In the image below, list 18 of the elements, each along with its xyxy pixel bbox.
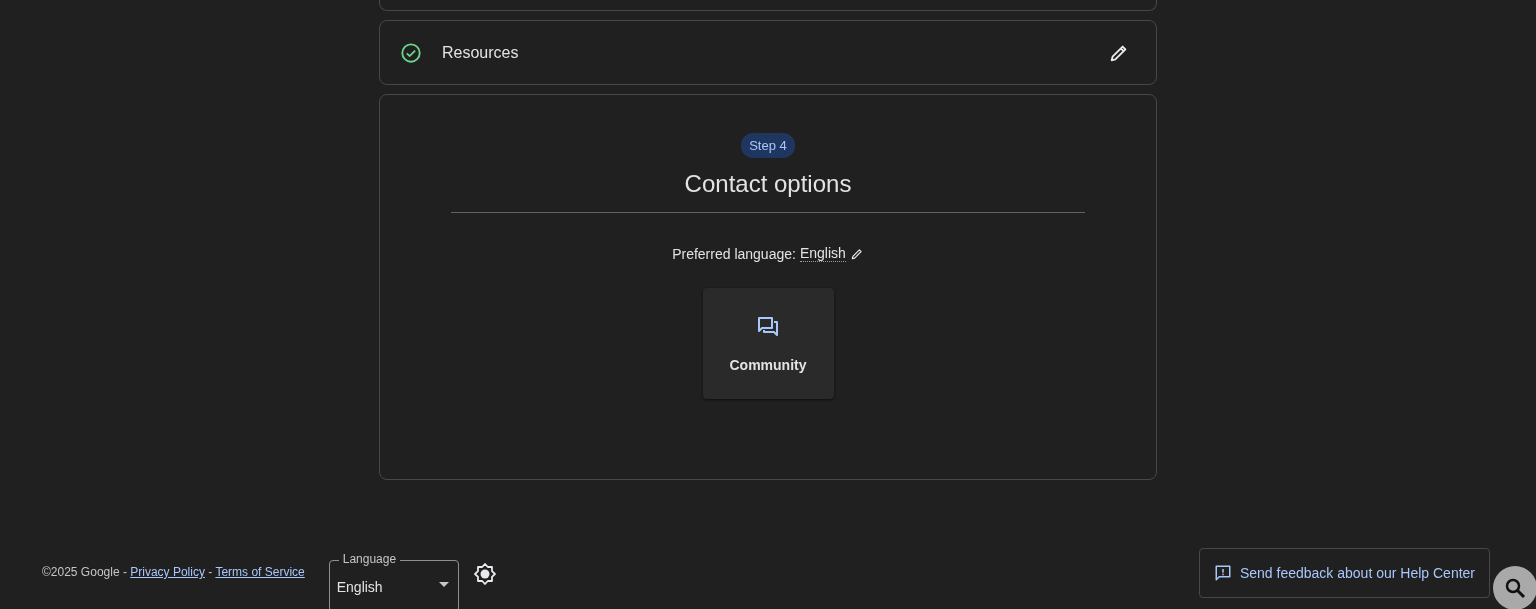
footer-link[interactable]: Terms of Service — [215, 565, 305, 579]
dropdown-caret-icon — [438, 582, 449, 587]
language-select[interactable]: Language English — [328, 551, 459, 609]
brightness-icon[interactable] — [472, 562, 497, 586]
feedback-icon — [1213, 564, 1232, 582]
step-title: Resources — [442, 43, 520, 62]
edit-icon[interactable] — [849, 246, 864, 261]
step-badge: Step 4 — [741, 133, 795, 158]
footer-link[interactable]: Privacy Policy — [130, 565, 205, 579]
search-icon — [1503, 576, 1527, 600]
feedback-button[interactable]: Send feedback about our Help Center — [1198, 548, 1490, 598]
preferred-language-label: Preferred language: — [672, 245, 796, 262]
contact-option-tile[interactable]: Community — [702, 288, 834, 399]
search-button[interactable] — [1493, 566, 1536, 609]
copyright-text: ©2025 Google - Privacy Policy - Terms of Service — [42, 565, 305, 579]
chat-bubbles-icon — [756, 314, 780, 339]
section-title: Contact options — [684, 170, 852, 198]
language-link[interactable]: English — [799, 245, 846, 262]
